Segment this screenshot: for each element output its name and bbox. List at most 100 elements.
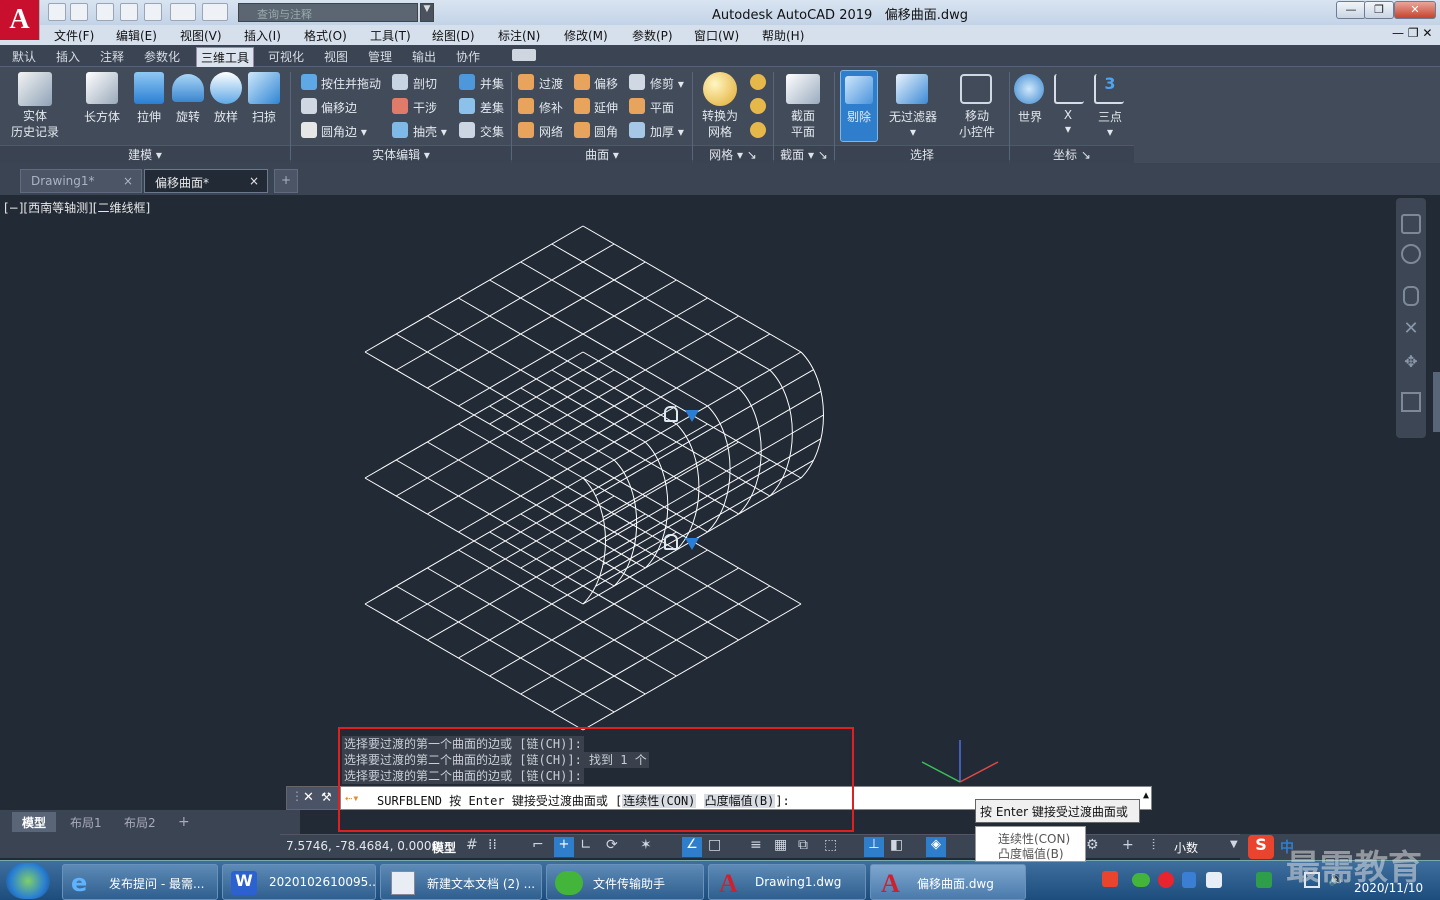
panel-modeling[interactable]: 建模 ▾ [0, 145, 290, 163]
selection-cycling-icon[interactable]: ⧉ [798, 837, 808, 853]
new-tab-button[interactable]: + [274, 169, 298, 193]
extend-button[interactable]: 延伸 [594, 99, 618, 116]
fillet-edge-button[interactable]: 圆角边 ▾ [321, 123, 367, 140]
panel-mesh[interactable]: 网格 ▾ ↘ [693, 145, 773, 163]
blend-grip-icon[interactable] [664, 534, 678, 550]
surface-offset-button[interactable]: 偏移 [594, 75, 618, 92]
snap-icon[interactable]: ⁞⁞ [488, 837, 497, 853]
3d-osnap-icon[interactable]: ⬚ [824, 837, 837, 853]
world-ucs-button[interactable]: 世界 [1014, 108, 1046, 125]
dynamic-input-icon[interactable]: + [554, 837, 574, 857]
doc-window-controls[interactable]: — ❐ ✕ [1392, 26, 1432, 40]
solid-history-button[interactable]: 实体 历史记录 [6, 108, 64, 140]
network-button[interactable]: 网络 [539, 123, 563, 140]
isodraft-icon[interactable]: ✶ [640, 837, 652, 853]
patch-button[interactable]: 修补 [539, 99, 563, 116]
panel-coordinates[interactable]: 坐标 ↘ [1010, 145, 1134, 163]
panel-section[interactable]: 截面 ▾ ↘ [774, 145, 834, 163]
taskbar-item-browser[interactable]: e 发布提问 - 最需... [62, 864, 218, 900]
tray-nvidia-icon[interactable] [1256, 872, 1272, 888]
search-input[interactable]: 查询与注释 [238, 3, 418, 22]
menu-window[interactable]: 窗口(W) [694, 27, 739, 44]
taskbar-item-wechat[interactable]: 文件传输助手 [546, 864, 704, 900]
panel-selection[interactable]: 选择 [835, 145, 1009, 163]
units-icon[interactable]: ⦙ [1152, 837, 1155, 853]
drawing-canvas[interactable] [0, 195, 1440, 810]
shell-button[interactable]: 抽壳 ▾ [413, 123, 447, 140]
taskbar-item-drawing1[interactable]: A Drawing1.dwg [708, 864, 866, 900]
model-space-button[interactable]: 模型 [432, 839, 456, 856]
ribbon-toggle-icon[interactable] [512, 49, 536, 61]
tray-app-icon[interactable] [1206, 872, 1222, 888]
object-snap-tracking-icon[interactable]: ∠ [682, 837, 702, 857]
tab-model[interactable]: 模型 [12, 812, 57, 832]
menu-help[interactable]: 帮助(H) [762, 27, 804, 44]
tray-wechat-icon[interactable] [1132, 873, 1150, 887]
tab-annotate[interactable]: 注释 [100, 48, 124, 65]
add-layout-icon[interactable]: + [168, 812, 200, 832]
print-icon[interactable] [144, 3, 162, 21]
steering-wheel-icon[interactable] [1401, 244, 1421, 264]
ortho-icon[interactable]: ∟ [580, 837, 592, 853]
subtract-button[interactable]: 差集 [480, 99, 504, 116]
slice-button[interactable]: 剖切 [413, 75, 437, 92]
orbit-icon[interactable]: ✥ [1403, 352, 1419, 372]
infer-constraints-icon[interactable]: ⌐ [532, 837, 544, 853]
panel-surface[interactable]: 曲面 ▾ [512, 145, 692, 163]
blend-button[interactable]: 过渡 [539, 75, 563, 92]
annotation-monitor-icon[interactable]: + [1122, 837, 1134, 853]
redo-icon[interactable] [202, 3, 228, 21]
close-button[interactable]: ✕ [1394, 1, 1436, 19]
thicken-button[interactable]: 加厚 ▾ [650, 123, 684, 140]
grid-icon[interactable]: # [466, 837, 478, 853]
panel-solid-editing[interactable]: 实体编辑 ▾ [291, 145, 511, 163]
taskbar-item-notepad[interactable]: 新建文本文档 (2) ... [380, 864, 542, 900]
pan-hand-icon[interactable] [1403, 286, 1419, 306]
planar-button[interactable]: 平面 [650, 99, 674, 116]
showmotion-icon[interactable] [1401, 392, 1421, 412]
menu-parametric[interactable]: 参数(P) [632, 27, 673, 44]
tab-collaborate[interactable]: 协作 [456, 48, 480, 65]
start-button[interactable] [6, 863, 50, 899]
convert-to-mesh-button[interactable]: 转换为 网格 [698, 108, 742, 140]
gizmo-icon[interactable]: ◈ [926, 837, 946, 857]
move-gizmo-button[interactable]: 移动 小控件 [954, 108, 1000, 140]
minimize-button[interactable]: — [1336, 1, 1366, 19]
option-dropdown[interactable]: 连续性(CON) 凸度幅值(B) [975, 826, 1086, 862]
object-snap-icon[interactable]: □ [708, 837, 721, 853]
undo-icon[interactable] [170, 3, 196, 21]
revolve-button[interactable]: 旋转 [170, 108, 206, 125]
tab-layout2[interactable]: 布局2 [114, 812, 166, 832]
menu-view[interactable]: 视图(V) [180, 27, 222, 44]
intersect-button[interactable]: 交集 [480, 123, 504, 140]
three-point-ucs-button[interactable]: 三点 ▾ [1092, 108, 1128, 139]
close-tab-icon[interactable]: × [249, 174, 259, 188]
x-ucs-button[interactable]: X ▾ [1056, 108, 1080, 136]
sogou-ime-icon[interactable]: S [1248, 835, 1274, 859]
close-icon[interactable]: ✕ [303, 790, 314, 805]
no-filter-button[interactable]: 无过滤器 ▾ [884, 108, 942, 139]
menu-draw[interactable]: 绘图(D) [432, 27, 475, 44]
tray-weibo-icon[interactable] [1158, 872, 1174, 888]
customize-wrench-icon[interactable]: ⚒ [321, 790, 332, 804]
open-folder-icon[interactable] [70, 3, 88, 21]
presspull-button[interactable]: 按住并拖动 [321, 75, 381, 92]
sweep-button[interactable]: 扫掠 [246, 108, 282, 125]
blend-arrow-icon[interactable] [685, 538, 699, 550]
lineweight-icon[interactable]: ≡ [750, 837, 762, 853]
quick-access-dropdown-icon[interactable]: ▼ [420, 3, 434, 22]
taskbar-item-wps[interactable]: W 2020102610095... [222, 864, 376, 900]
trim-button[interactable]: 修剪 ▾ [650, 75, 684, 92]
tab-view[interactable]: 视图 [324, 48, 348, 65]
mesh-refine-icon[interactable] [750, 98, 766, 114]
tab-layout1[interactable]: 布局1 [60, 812, 112, 832]
surface-fillet-button[interactable]: 圆角 [594, 123, 618, 140]
polar-icon[interactable]: ⟳ [606, 837, 618, 853]
grip-handle-icon[interactable]: ⋮ [291, 789, 303, 803]
menu-file[interactable]: 文件(F) [54, 27, 94, 44]
workspace-gear-icon[interactable]: ⚙ [1086, 837, 1099, 853]
tab-parametric[interactable]: 参数化 [144, 48, 180, 65]
offset-edge-button[interactable]: 偏移边 [321, 99, 357, 116]
tab-output[interactable]: 输出 [412, 48, 436, 65]
dropdown-item[interactable]: 连续性(CON) [976, 827, 1085, 846]
